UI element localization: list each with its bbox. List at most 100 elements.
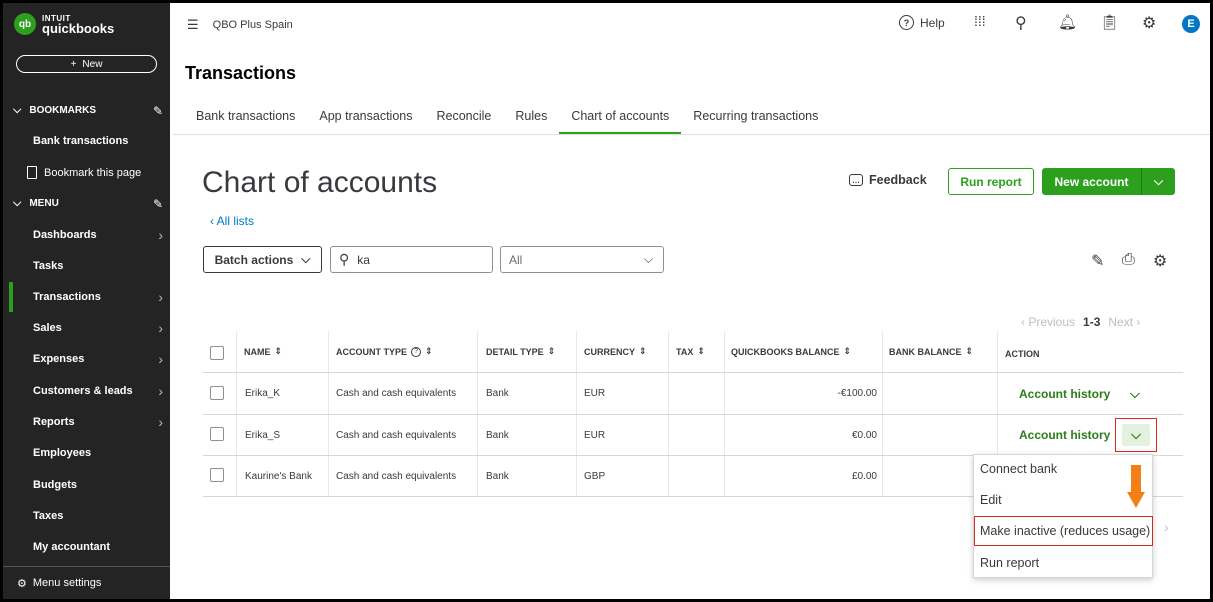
- action-menu-toggle-highlighted[interactable]: ⌵: [1115, 418, 1157, 452]
- previous-page-button[interactable]: ‹ Previous: [1021, 315, 1075, 329]
- sort-icon: ⇕: [639, 346, 647, 356]
- search-icon[interactable]: ⚲: [1015, 13, 1027, 33]
- chevron-down-icon[interactable]: ⌵: [1142, 174, 1175, 189]
- help-button[interactable]: ? Help: [899, 15, 945, 30]
- menu-settings-button[interactable]: ⚙ Menu settings: [3, 566, 170, 599]
- sidebar-item-customers-leads[interactable]: Customers & leads ›: [33, 383, 168, 399]
- new-button[interactable]: + New: [16, 55, 157, 73]
- column-header-detail-type[interactable]: DETAIL TYPE ⇕: [486, 346, 555, 357]
- cell-qb-balance: -€100.00: [837, 388, 877, 399]
- edit-menu-icon[interactable]: ✎: [153, 197, 163, 211]
- tab-app-transactions[interactable]: App transactions: [307, 109, 424, 135]
- sidebar-item-budgets[interactable]: Budgets: [33, 479, 168, 491]
- row-checkbox[interactable]: [210, 386, 224, 400]
- tab-chart-of-accounts[interactable]: Chart of accounts: [559, 109, 682, 135]
- account-filter-select[interactable]: All ⌵: [500, 246, 664, 273]
- feedback-button[interactable]: … Feedback: [849, 173, 927, 187]
- sidebar-item-label: Dashboards: [33, 229, 97, 241]
- sidebar-item-tasks[interactable]: Tasks: [33, 260, 168, 272]
- avatar[interactable]: E: [1182, 15, 1200, 33]
- column-header-name[interactable]: NAME ⇕: [244, 346, 282, 357]
- bell-icon[interactable]: 🔔︎: [1058, 13, 1077, 31]
- sort-icon: ⇕: [425, 346, 433, 356]
- row-checkbox[interactable]: [210, 427, 224, 441]
- pencil-icon[interactable]: ✎: [1091, 251, 1104, 271]
- header-label: ACTION: [1005, 349, 1040, 359]
- cell-name[interactable]: Kaurine's Bank: [245, 471, 312, 482]
- gear-icon[interactable]: ⚙: [1142, 13, 1156, 33]
- topbar-left: ☰ QBO Plus Spain: [187, 17, 293, 33]
- chevron-down-icon: ⌵: [301, 252, 311, 266]
- gear-icon[interactable]: ⚙: [1153, 251, 1167, 271]
- header-label: NAME: [244, 346, 271, 357]
- sidebar-item-my-accountant[interactable]: My accountant: [33, 541, 168, 553]
- apps-grid-icon[interactable]: ⁞⁞⁞: [974, 13, 986, 29]
- tab-recurring-transactions[interactable]: Recurring transactions: [681, 109, 830, 135]
- menu-header[interactable]: ⌵ MENU ✎: [13, 197, 163, 211]
- chevron-down-icon[interactable]: ⌵: [1130, 386, 1140, 402]
- qb-logo-icon: qb: [14, 13, 36, 35]
- select-all-checkbox[interactable]: [210, 346, 224, 360]
- bookmarks-label: BOOKMARKS: [29, 105, 97, 116]
- menu-item-make-inactive[interactable]: Make inactive (reduces usage): [980, 524, 1150, 538]
- sidebar-item-reports[interactable]: Reports ›: [33, 414, 168, 430]
- bookmark-icon: [27, 166, 37, 179]
- arrow-head: [1127, 492, 1145, 508]
- sidebar-item-label: Sales: [33, 322, 62, 334]
- menu-item-run-report[interactable]: Run report: [980, 556, 1039, 570]
- sidebar-item-employees[interactable]: Employees: [33, 447, 168, 459]
- clipboard-icon[interactable]: 📋︎: [1100, 13, 1119, 31]
- print-icon[interactable]: ⎙: [1122, 251, 1135, 269]
- column-header-action: ACTION: [1005, 349, 1040, 359]
- sidebar-item-expenses[interactable]: Expenses ›: [33, 351, 168, 367]
- sidebar-item-sales[interactable]: Sales ›: [33, 320, 168, 336]
- bookmark-this-page[interactable]: Bookmark this page: [27, 166, 162, 179]
- edit-bookmarks-icon[interactable]: ✎: [153, 104, 163, 118]
- cell-currency: EUR: [584, 430, 606, 441]
- account-history-link[interactable]: Account history: [1019, 428, 1110, 442]
- header-label: BANK BALANCE: [889, 346, 962, 357]
- all-lists-link[interactable]: ‹ All lists: [210, 214, 254, 228]
- chevron-left-icon: ‹: [210, 214, 217, 228]
- cell-detail-type: Bank: [486, 430, 509, 441]
- sidebar-item-taxes[interactable]: Taxes: [33, 510, 168, 522]
- next-page-chevron-icon[interactable]: ›: [1164, 519, 1169, 535]
- sidebar-item-label: Employees: [33, 447, 92, 459]
- cell-account-type: Cash and cash equivalents: [336, 388, 457, 399]
- bookmarks-header[interactable]: ⌵ BOOKMARKS ✎: [13, 104, 163, 118]
- account-history-link[interactable]: Account history: [1019, 387, 1110, 401]
- next-page-button[interactable]: Next ›: [1108, 315, 1140, 329]
- column-header-tax[interactable]: TAX ⇕: [676, 346, 705, 357]
- column-header-bank-balance[interactable]: BANK BALANCE ⇕: [889, 346, 973, 357]
- search-value: ka: [357, 252, 370, 267]
- menu-item-connect-bank[interactable]: Connect bank: [980, 462, 1057, 476]
- search-input[interactable]: ⚲ ka: [330, 246, 493, 273]
- quickbooks-logo[interactable]: qb INTUIT quickbooks: [14, 13, 114, 35]
- menu-settings-label: Menu settings: [32, 577, 102, 589]
- tab-reconcile[interactable]: Reconcile: [424, 109, 503, 135]
- run-report-button[interactable]: Run report: [948, 168, 1034, 195]
- menu-item-edit[interactable]: Edit: [980, 493, 1002, 507]
- collapse-menu-icon[interactable]: ☰: [187, 17, 199, 33]
- cell-name[interactable]: Erika_S: [245, 430, 280, 441]
- bookmark-bank-transactions[interactable]: Bank transactions: [33, 135, 168, 147]
- tab-rules[interactable]: Rules: [503, 109, 559, 135]
- app-window: qb INTUIT quickbooks + New ⌵ BOOKMARKS ✎…: [0, 0, 1213, 602]
- annotation-arrow-icon: [1127, 465, 1145, 509]
- cell-name[interactable]: Erika_K: [245, 388, 280, 399]
- column-header-account-type[interactable]: ACCOUNT TYPE? ⇕: [336, 346, 433, 357]
- sidebar-item-transactions[interactable]: Transactions ›: [33, 289, 168, 305]
- header-label: DETAIL TYPE: [486, 346, 544, 357]
- new-account-button[interactable]: New account ⌵: [1042, 168, 1175, 195]
- column-header-currency[interactable]: CURRENCY ⇕: [584, 346, 647, 357]
- sidebar-item-dashboards[interactable]: Dashboards ›: [33, 227, 168, 243]
- sidebar-item-label: Expenses: [33, 353, 85, 365]
- batch-actions-dropdown[interactable]: Batch actions ⌵: [203, 246, 322, 273]
- gear-icon: ⚙: [17, 577, 27, 590]
- row-checkbox[interactable]: [210, 468, 224, 482]
- sort-icon: ⇕: [697, 346, 705, 356]
- header-label: QUICKBOOKS BALANCE: [731, 346, 840, 357]
- coa-title: Chart of accounts: [202, 166, 438, 199]
- column-header-qb-balance[interactable]: QUICKBOOKS BALANCE ⇕: [731, 346, 851, 357]
- tab-bank-transactions[interactable]: Bank transactions: [184, 109, 307, 135]
